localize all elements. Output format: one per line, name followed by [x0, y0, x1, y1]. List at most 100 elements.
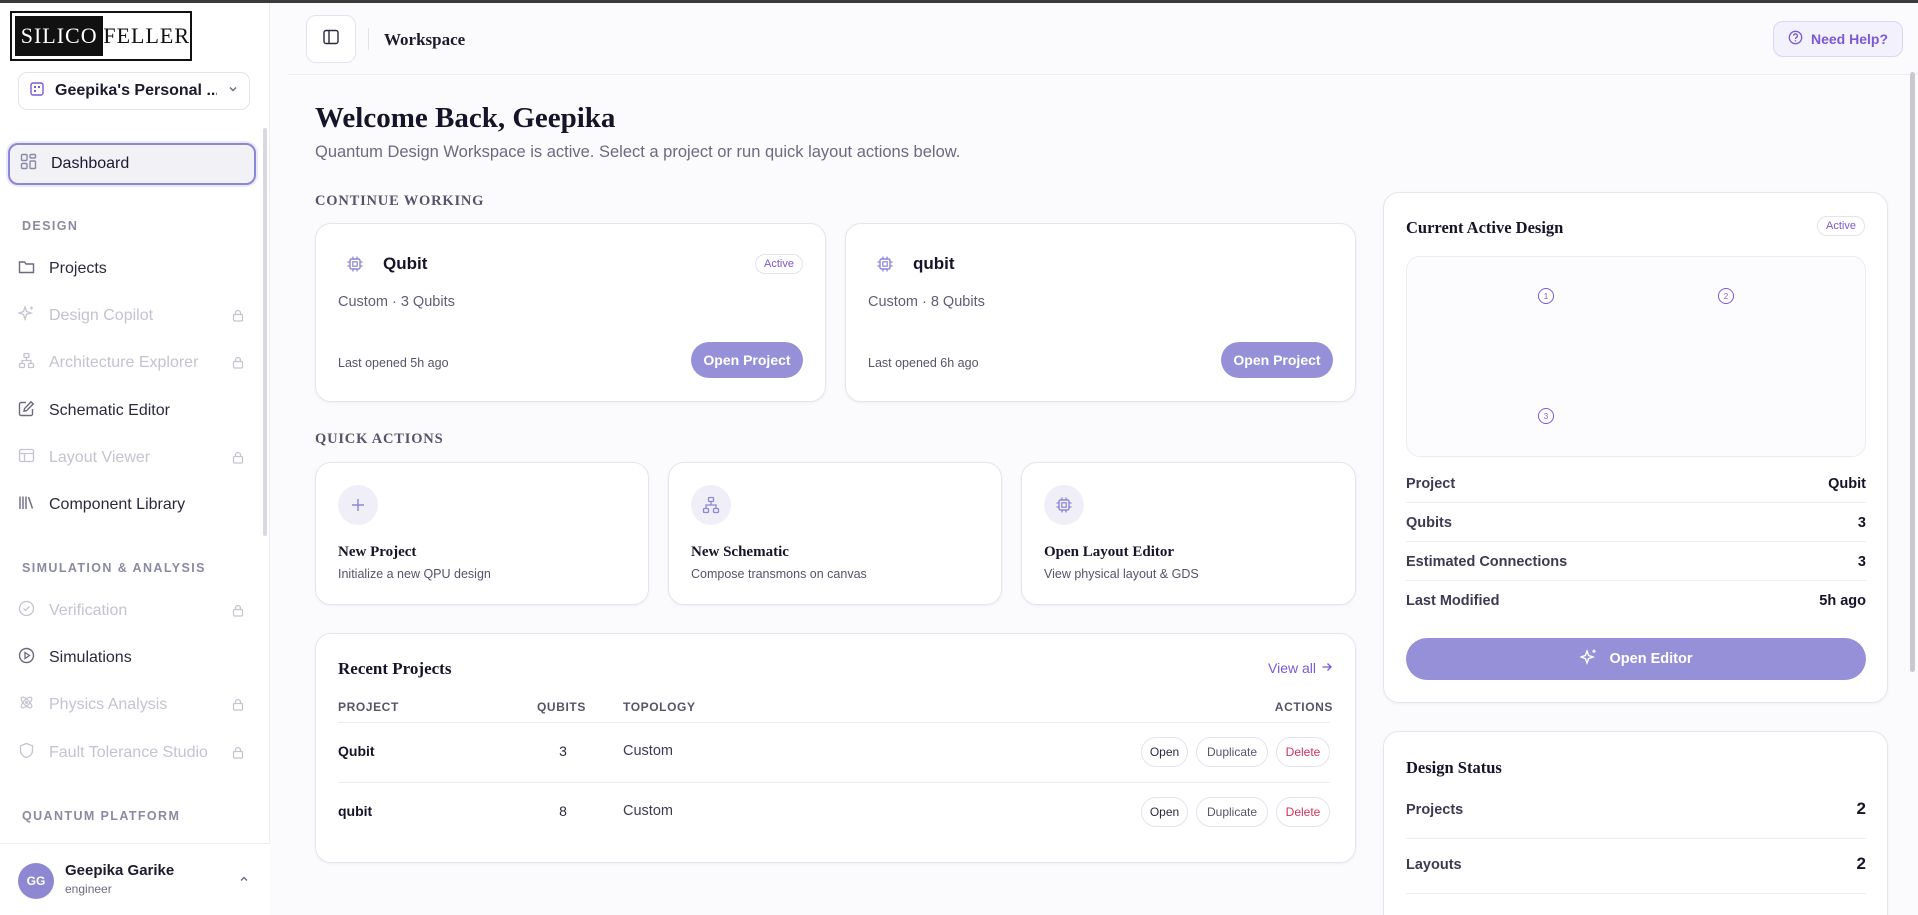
chevron-down-icon	[227, 82, 239, 100]
top-header: Workspace Need Help?	[288, 3, 1918, 75]
nav-section-simulation: SIMULATION & ANALYSIS	[22, 561, 206, 575]
cell-topology: Custom	[623, 743, 673, 759]
sidebar-item-projects[interactable]: Projects	[8, 248, 256, 290]
quick-action-open-layout-editor[interactable]: Open Layout Editor View physical layout …	[1021, 462, 1356, 605]
view-all-link[interactable]: View all	[1268, 660, 1333, 676]
sidebar-item-fault-tolerance-studio[interactable]: Fault Tolerance Studio	[8, 732, 256, 774]
qubit-node[interactable]: 3	[1538, 408, 1554, 424]
atom-icon	[18, 694, 35, 716]
nav-section-design: DESIGN	[22, 219, 79, 233]
folder-icon	[18, 258, 35, 280]
quick-action-title: New Schematic	[691, 544, 789, 560]
brand-logo-right: FELLER	[103, 23, 190, 48]
sidebar-item-label: Fault Tolerance Studio	[49, 744, 208, 761]
network-icon	[691, 485, 731, 525]
detail-row-qubits: Qubits 3	[1406, 503, 1866, 542]
play-circle-icon	[18, 647, 35, 669]
help-circle-icon	[1788, 30, 1803, 48]
quick-action-description: Initialize a new QPU design	[338, 567, 491, 581]
open-button[interactable]: Open	[1141, 797, 1188, 827]
lock-icon	[232, 604, 244, 622]
sidebar-item-physics-analysis[interactable]: Physics Analysis	[8, 684, 256, 726]
project-meta: Custom · 8 Qubits	[868, 294, 985, 310]
layout-icon	[18, 447, 35, 469]
brand-logo-left: SILICO	[15, 16, 104, 56]
current-active-design-card: Current Active Design Active 1 2 3 Proje…	[1383, 192, 1888, 703]
quick-action-new-project[interactable]: New Project Initialize a new QPU design	[315, 462, 649, 605]
sidebar-item-label: Projects	[49, 260, 107, 277]
open-editor-label: Open Editor	[1609, 651, 1693, 667]
quick-action-new-schematic[interactable]: New Schematic Compose transmons on canva…	[668, 462, 1002, 605]
cell-topology: Custom	[623, 803, 673, 819]
open-button[interactable]: Open	[1141, 737, 1188, 767]
sidebar-item-label: Architecture Explorer	[49, 354, 199, 371]
cell-qubits: 3	[559, 743, 567, 759]
sidebar-item-schematic-editor[interactable]: Schematic Editor	[8, 390, 256, 432]
shield-icon	[18, 742, 35, 764]
header-divider	[368, 28, 369, 50]
sidebar-item-label: Simulations	[49, 649, 132, 666]
detail-row-project: Project Qubit	[1406, 464, 1866, 503]
open-project-button[interactable]: Open Project	[1221, 342, 1333, 378]
quick-action-title: Open Layout Editor	[1044, 544, 1175, 560]
welcome-heading: Welcome Back, Geepika	[315, 102, 616, 134]
delete-button[interactable]: Delete	[1276, 797, 1330, 827]
project-last-opened: Last opened 5h ago	[338, 356, 449, 370]
user-menu[interactable]: GG Geepika Garike engineer	[0, 843, 270, 915]
sidebar-scrollbar[interactable]	[263, 128, 267, 536]
quick-action-title: New Project	[338, 544, 417, 560]
detail-row-connections: Estimated Connections 3	[1406, 542, 1866, 581]
need-help-button[interactable]: Need Help?	[1772, 21, 1903, 57]
status-row-projects: Projects 2	[1406, 784, 1866, 839]
project-name: qubit	[913, 254, 955, 273]
building-icon	[29, 81, 45, 102]
sidebar-item-design-copilot[interactable]: Design Copilot	[8, 295, 256, 337]
org-switcher-label: Geepika's Personal ...	[55, 82, 217, 99]
sidebar-item-architecture-explorer[interactable]: Architecture Explorer	[8, 342, 256, 384]
duplicate-button[interactable]: Duplicate	[1196, 737, 1268, 767]
status-badge: Active	[1817, 216, 1865, 236]
project-card[interactable]: qubit Custom · 8 Qubits Last opened 6h a…	[845, 223, 1356, 402]
delete-button[interactable]: Delete	[1276, 737, 1330, 767]
continue-working-heading: CONTINUE WORKING	[315, 193, 485, 209]
status-key: Projects	[1406, 802, 1464, 818]
sidebar-item-layout-viewer[interactable]: Layout Viewer	[8, 437, 256, 479]
chip-icon	[1044, 485, 1084, 525]
lock-icon	[232, 356, 244, 374]
cell-project-name: qubit	[338, 803, 373, 819]
detail-value: 3	[1857, 554, 1866, 570]
sidebar-item-simulations[interactable]: Simulations	[8, 637, 256, 679]
project-meta: Custom · 3 Qubits	[338, 294, 455, 310]
plus-icon	[338, 485, 378, 525]
user-name: Geepika Garike	[65, 862, 175, 879]
quick-action-description: View physical layout & GDS	[1044, 567, 1199, 581]
duplicate-button[interactable]: Duplicate	[1196, 797, 1268, 827]
open-project-button[interactable]: Open Project	[691, 342, 803, 378]
cell-project-name: Qubit	[338, 743, 375, 759]
qubit-node[interactable]: 1	[1538, 288, 1554, 304]
dashboard-icon	[20, 153, 37, 175]
detail-row-last-modified: Last Modified 5h ago	[1406, 581, 1866, 620]
nav-section-quantum-platform: QUANTUM PLATFORM	[22, 809, 181, 823]
sidebar-item-component-library[interactable]: Component Library	[8, 484, 256, 526]
brand-logo[interactable]: SILICO FELLER	[10, 11, 192, 61]
column-header-topology: TOPOLOGY	[623, 700, 696, 714]
column-header-qubits: QUBITS	[537, 700, 586, 714]
sidebar-toggle-button[interactable]	[306, 15, 356, 63]
org-switcher[interactable]: Geepika's Personal ...	[18, 72, 250, 110]
lock-icon	[232, 698, 244, 716]
chevron-up-icon	[238, 872, 250, 890]
sidebar-item-dashboard[interactable]: Dashboard	[8, 143, 256, 185]
sidebar-item-label: Design Copilot	[49, 307, 154, 324]
design-preview-canvas[interactable]: 1 2 3	[1406, 256, 1866, 457]
library-icon	[18, 494, 35, 516]
main-scrollbar[interactable]	[1910, 72, 1915, 672]
sparkles-icon	[16, 304, 35, 327]
sidebar: SILICO FELLER Geepika's Personal ... Das…	[0, 3, 270, 915]
sidebar-item-verification[interactable]: Verification	[8, 590, 256, 632]
open-editor-button[interactable]: Open Editor	[1406, 638, 1866, 680]
qubit-node[interactable]: 2	[1718, 288, 1734, 304]
avatar: GG	[18, 863, 54, 899]
project-card[interactable]: Qubit Active Custom · 3 Qubits Last open…	[315, 223, 826, 402]
status-value: 2	[1856, 799, 1866, 818]
